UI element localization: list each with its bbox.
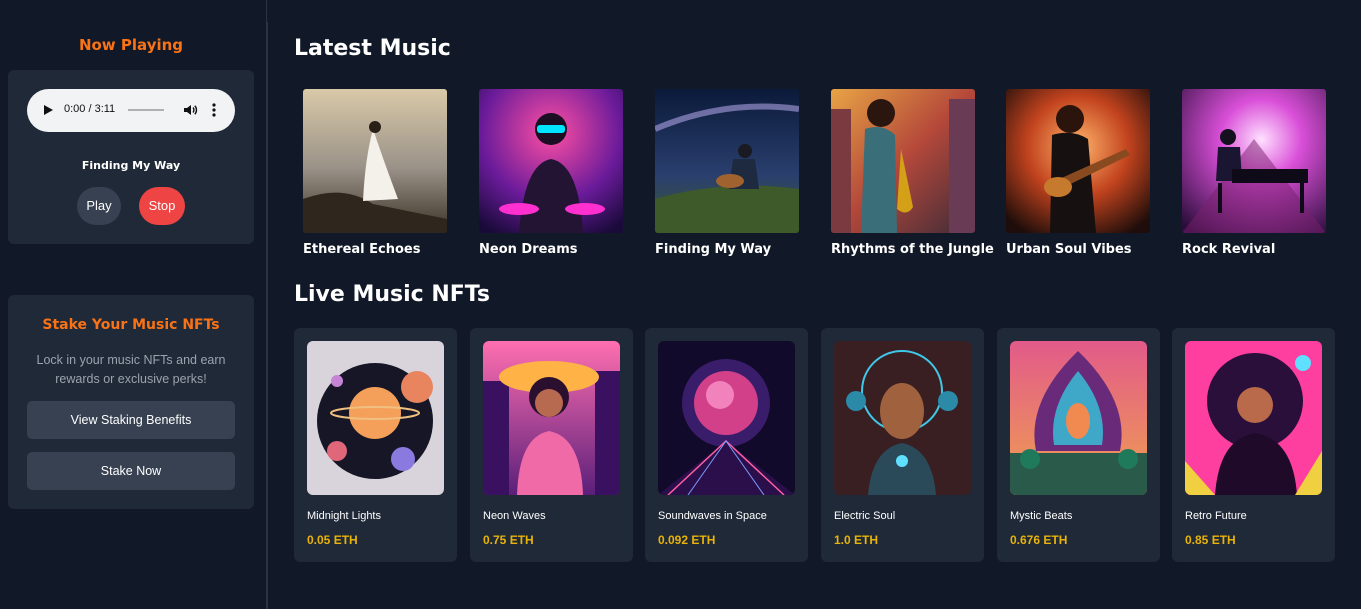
nft-art[interactable] (307, 341, 444, 495)
music-item-label: Neon Dreams (479, 242, 578, 257)
album-art[interactable] (303, 89, 447, 233)
sidebar: Now Playing 0:00 / 3:11 Finding My Way P… (0, 0, 267, 609)
audio-seek-bar[interactable] (128, 109, 164, 111)
audio-player[interactable]: 0:00 / 3:11 (27, 89, 235, 132)
stop-button[interactable]: Stop (139, 187, 185, 225)
nft-name: Neon Waves (483, 510, 546, 522)
nft-list: Midnight Lights 0.05 ETH Neon Waves 0.75… (294, 328, 1354, 562)
album-art[interactable] (479, 89, 623, 233)
latest-music-title: Latest Music (294, 36, 451, 61)
latest-music-list: Ethereal Echoes Neon Dreams Finding My W… (303, 89, 1343, 264)
music-item-label: Rock Revival (1182, 242, 1276, 257)
more-options-icon[interactable] (212, 102, 216, 118)
current-track-title: Finding My Way (81, 159, 181, 172)
music-item[interactable]: Finding My Way (655, 89, 799, 257)
live-nfts-title: Live Music NFTs (294, 282, 490, 307)
play-icon[interactable] (44, 105, 53, 115)
music-item-label: Rhythms of the Jungle (831, 242, 994, 257)
album-art[interactable] (831, 89, 975, 233)
music-item[interactable]: Neon Dreams (479, 89, 623, 257)
nft-name: Mystic Beats (1010, 510, 1073, 522)
nft-name: Electric Soul (834, 510, 896, 522)
music-item[interactable]: Ethereal Echoes (303, 89, 447, 257)
nft-art[interactable] (658, 341, 795, 495)
nft-price: 0.676 ETH (1010, 533, 1068, 547)
nft-card[interactable]: Soundwaves in Space 0.092 ETH (645, 328, 808, 562)
album-art[interactable] (1006, 89, 1150, 233)
nft-name: Midnight Lights (307, 510, 381, 522)
music-item[interactable]: Rock Revival (1182, 89, 1326, 257)
nft-price: 0.05 ETH (307, 533, 358, 547)
stake-card: Stake Your Music NFTs Lock in your music… (8, 295, 254, 509)
album-art[interactable] (655, 89, 799, 233)
player-card: 0:00 / 3:11 Finding My Way Play Stop (8, 70, 254, 244)
volume-icon[interactable] (182, 102, 198, 118)
nft-card[interactable]: Neon Waves 0.75 ETH (470, 328, 633, 562)
album-art[interactable] (1182, 89, 1326, 233)
music-item[interactable]: Urban Soul Vibes (1006, 89, 1150, 257)
play-button[interactable]: Play (77, 187, 121, 225)
nft-price: 0.092 ETH (658, 533, 716, 547)
nft-name: Soundwaves in Space (658, 510, 767, 522)
nft-art[interactable] (1010, 341, 1147, 495)
now-playing-title: Now Playing (78, 36, 184, 54)
nft-art[interactable] (1185, 341, 1322, 495)
nft-price: 1.0 ETH (834, 533, 879, 547)
music-item-label: Finding My Way (655, 242, 772, 257)
nft-price: 0.75 ETH (483, 533, 534, 547)
nft-card[interactable]: Retro Future 0.85 ETH (1172, 328, 1335, 562)
nft-card[interactable]: Electric Soul 1.0 ETH (821, 328, 984, 562)
nft-name: Retro Future (1185, 510, 1247, 522)
sidebar-divider (267, 22, 268, 609)
nft-price: 0.85 ETH (1185, 533, 1236, 547)
music-item[interactable]: Rhythms of the Jungle (831, 89, 994, 257)
nft-art[interactable] (483, 341, 620, 495)
audio-time: 0:00 / 3:11 (64, 103, 116, 115)
view-staking-benefits-button[interactable]: View Staking Benefits (27, 401, 235, 439)
music-item-label: Urban Soul Vibes (1006, 242, 1132, 257)
music-item-label: Ethereal Echoes (303, 242, 421, 257)
stake-title: Stake Your Music NFTs (42, 317, 220, 333)
main-content: Latest Music Ethereal Echoes Neon Dreams… (294, 0, 1354, 609)
nft-art[interactable] (834, 341, 971, 495)
nft-card[interactable]: Mystic Beats 0.676 ETH (997, 328, 1160, 562)
nft-card[interactable]: Midnight Lights 0.05 ETH (294, 328, 457, 562)
stake-description: Lock in your music NFTs and earn rewards… (36, 353, 226, 386)
stake-now-button[interactable]: Stake Now (27, 452, 235, 490)
